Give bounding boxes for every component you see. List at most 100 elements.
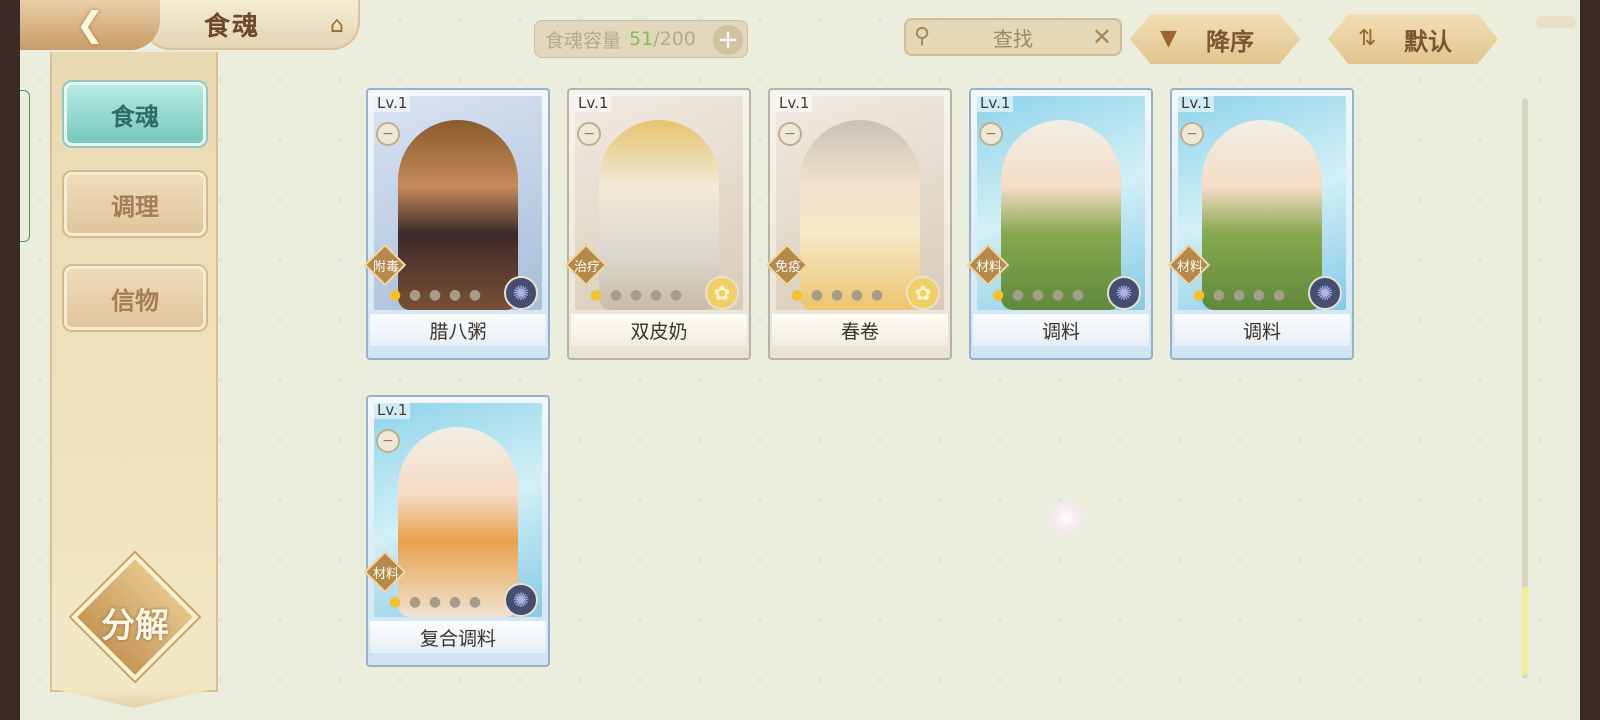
card-name: 双皮奶 bbox=[571, 314, 747, 346]
page-title: 食魂 bbox=[204, 11, 261, 42]
star-icon: ● bbox=[1272, 287, 1286, 303]
back-button[interactable]: ❮ bbox=[20, 0, 160, 50]
star-rating: ● ● ● ● ● bbox=[989, 286, 1087, 304]
star-rating: ● ● ● ● ● bbox=[788, 286, 886, 304]
level-label: Lv.1 bbox=[374, 94, 411, 112]
capacity-label: 食魂容量 bbox=[545, 29, 622, 52]
type-badge: 材料 bbox=[363, 550, 408, 594]
decompose-button[interactable]: 分解 bbox=[71, 553, 199, 681]
star-icon: ● bbox=[991, 287, 1005, 303]
tab-token[interactable]: 信物 bbox=[64, 266, 206, 330]
star-icon: ● bbox=[1071, 287, 1085, 303]
level-label: Lv.1 bbox=[575, 94, 612, 112]
food-soul-card[interactable]: Lv.1 − 治疗 ● ● ● ● ● ✿ 双皮奶 bbox=[564, 88, 751, 360]
star-icon: ● bbox=[408, 594, 422, 610]
character-art bbox=[1001, 120, 1121, 310]
star-rating: ● ● ● ● ● bbox=[386, 593, 484, 611]
sort-order-button[interactable]: ▼ 降序 bbox=[1130, 14, 1300, 64]
element-icon: ✺ bbox=[504, 276, 538, 310]
star-icon: ● bbox=[448, 287, 462, 303]
star-icon: ● bbox=[388, 287, 402, 303]
plate-icon: − bbox=[577, 122, 601, 146]
star-icon: ● bbox=[850, 287, 864, 303]
food-soul-card[interactable]: Lv.1 − 材料 ● ● ● ● ● ✺ 调料 bbox=[1167, 88, 1354, 360]
star-icon: ● bbox=[468, 594, 482, 610]
star-icon: ● bbox=[428, 287, 442, 303]
star-rating: ● ● ● ● ● bbox=[386, 286, 484, 304]
element-icon: ✿ bbox=[906, 276, 940, 310]
star-icon: ● bbox=[1051, 287, 1065, 303]
character-art bbox=[1202, 120, 1322, 310]
food-soul-card[interactable]: Lv.1 − 免疫 ● ● ● ● ● ✿ 春卷 bbox=[765, 88, 952, 360]
star-icon: ● bbox=[1011, 287, 1025, 303]
level-label: Lv.1 bbox=[1178, 94, 1215, 112]
search-box[interactable]: ⚲ 查找 ✕ bbox=[904, 18, 1122, 56]
star-rating: ● ● ● ● ● bbox=[587, 286, 685, 304]
edge-indicator bbox=[20, 90, 30, 242]
food-soul-card[interactable]: Lv.1 − 材料 ● ● ● ● ● ✺ 复合调料 bbox=[363, 395, 550, 667]
card-name: 调料 bbox=[1174, 314, 1350, 346]
star-icon: ● bbox=[1031, 287, 1045, 303]
element-icon: ✺ bbox=[504, 583, 538, 617]
magnifier-icon: ⚲ bbox=[914, 24, 931, 49]
plate-icon: − bbox=[778, 122, 802, 146]
capacity-max: /200 bbox=[653, 28, 696, 50]
type-badge: 材料 bbox=[1167, 243, 1212, 287]
pavilion-icon[interactable]: ⌂ bbox=[320, 10, 354, 40]
star-icon: ● bbox=[1252, 287, 1266, 303]
element-icon: ✺ bbox=[1107, 276, 1141, 310]
triangle-down-icon: ▼ bbox=[1160, 26, 1177, 51]
star-icon: ● bbox=[408, 287, 422, 303]
scrollbar-thumb[interactable] bbox=[1522, 586, 1528, 676]
star-icon: ● bbox=[1232, 287, 1246, 303]
level-label: Lv.1 bbox=[374, 401, 411, 419]
sidebar: 食魂 调理 信物 分解 bbox=[50, 52, 218, 692]
search-input[interactable]: 查找 bbox=[993, 23, 1033, 52]
star-icon: ● bbox=[669, 287, 683, 303]
card-name: 复合调料 bbox=[370, 621, 546, 653]
type-badge: 免疫 bbox=[765, 243, 810, 287]
sort-filter-button[interactable]: ⇅ 默认 bbox=[1328, 14, 1498, 64]
add-capacity-button[interactable]: + bbox=[713, 25, 743, 55]
header: 食魂 ❮ ⌂ bbox=[20, 0, 360, 52]
sort-order-label: 降序 bbox=[1206, 26, 1254, 56]
type-badge: 治疗 bbox=[564, 243, 609, 287]
star-icon: ● bbox=[428, 594, 442, 610]
star-icon: ● bbox=[448, 594, 462, 610]
element-icon: ✺ bbox=[1308, 276, 1342, 310]
element-icon: ✿ bbox=[705, 276, 739, 310]
type-badge: 附毒 bbox=[363, 243, 408, 287]
star-icon: ● bbox=[1192, 287, 1206, 303]
food-soul-card[interactable]: Lv.1 − 附毒 ● ● ● ● ● ✺ 腊八粥 bbox=[363, 88, 550, 360]
back-arrow-icon: ❮ bbox=[75, 5, 105, 45]
star-rating: ● ● ● ● ● bbox=[1190, 286, 1288, 304]
food-soul-card[interactable]: Lv.1 − 材料 ● ● ● ● ● ✺ 调料 bbox=[966, 88, 1153, 360]
sort-arrows-icon: ⇅ bbox=[1358, 26, 1377, 51]
level-label: Lv.1 bbox=[977, 94, 1014, 112]
clear-search-button[interactable]: ✕ bbox=[1092, 23, 1112, 51]
sort-filter-label: 默认 bbox=[1404, 26, 1452, 56]
type-label: 材料 bbox=[372, 567, 399, 582]
type-label: 材料 bbox=[975, 260, 1002, 275]
character-art bbox=[398, 120, 518, 310]
tab-food-soul[interactable]: 食魂 bbox=[64, 82, 206, 146]
sparkle-effect bbox=[1046, 498, 1086, 538]
plate-icon: − bbox=[376, 122, 400, 146]
character-art bbox=[599, 120, 719, 310]
card-name: 春卷 bbox=[772, 314, 948, 346]
tab-conditioning[interactable]: 调理 bbox=[64, 172, 206, 236]
star-icon: ● bbox=[810, 287, 824, 303]
plate-icon: − bbox=[979, 122, 1003, 146]
star-icon: ● bbox=[870, 287, 884, 303]
type-label: 附毒 bbox=[372, 260, 399, 275]
star-icon: ● bbox=[388, 594, 402, 610]
top-right-bar bbox=[1536, 16, 1576, 28]
decompose-label: 分解 bbox=[101, 606, 169, 646]
sidebar-tassel bbox=[50, 688, 218, 708]
type-label: 免疫 bbox=[774, 260, 801, 275]
plate-icon: − bbox=[376, 429, 400, 453]
capacity-bar: 食魂容量 51 /200 + bbox=[534, 20, 748, 58]
plate-icon: − bbox=[1180, 122, 1204, 146]
star-icon: ● bbox=[790, 287, 804, 303]
level-label: Lv.1 bbox=[776, 94, 813, 112]
